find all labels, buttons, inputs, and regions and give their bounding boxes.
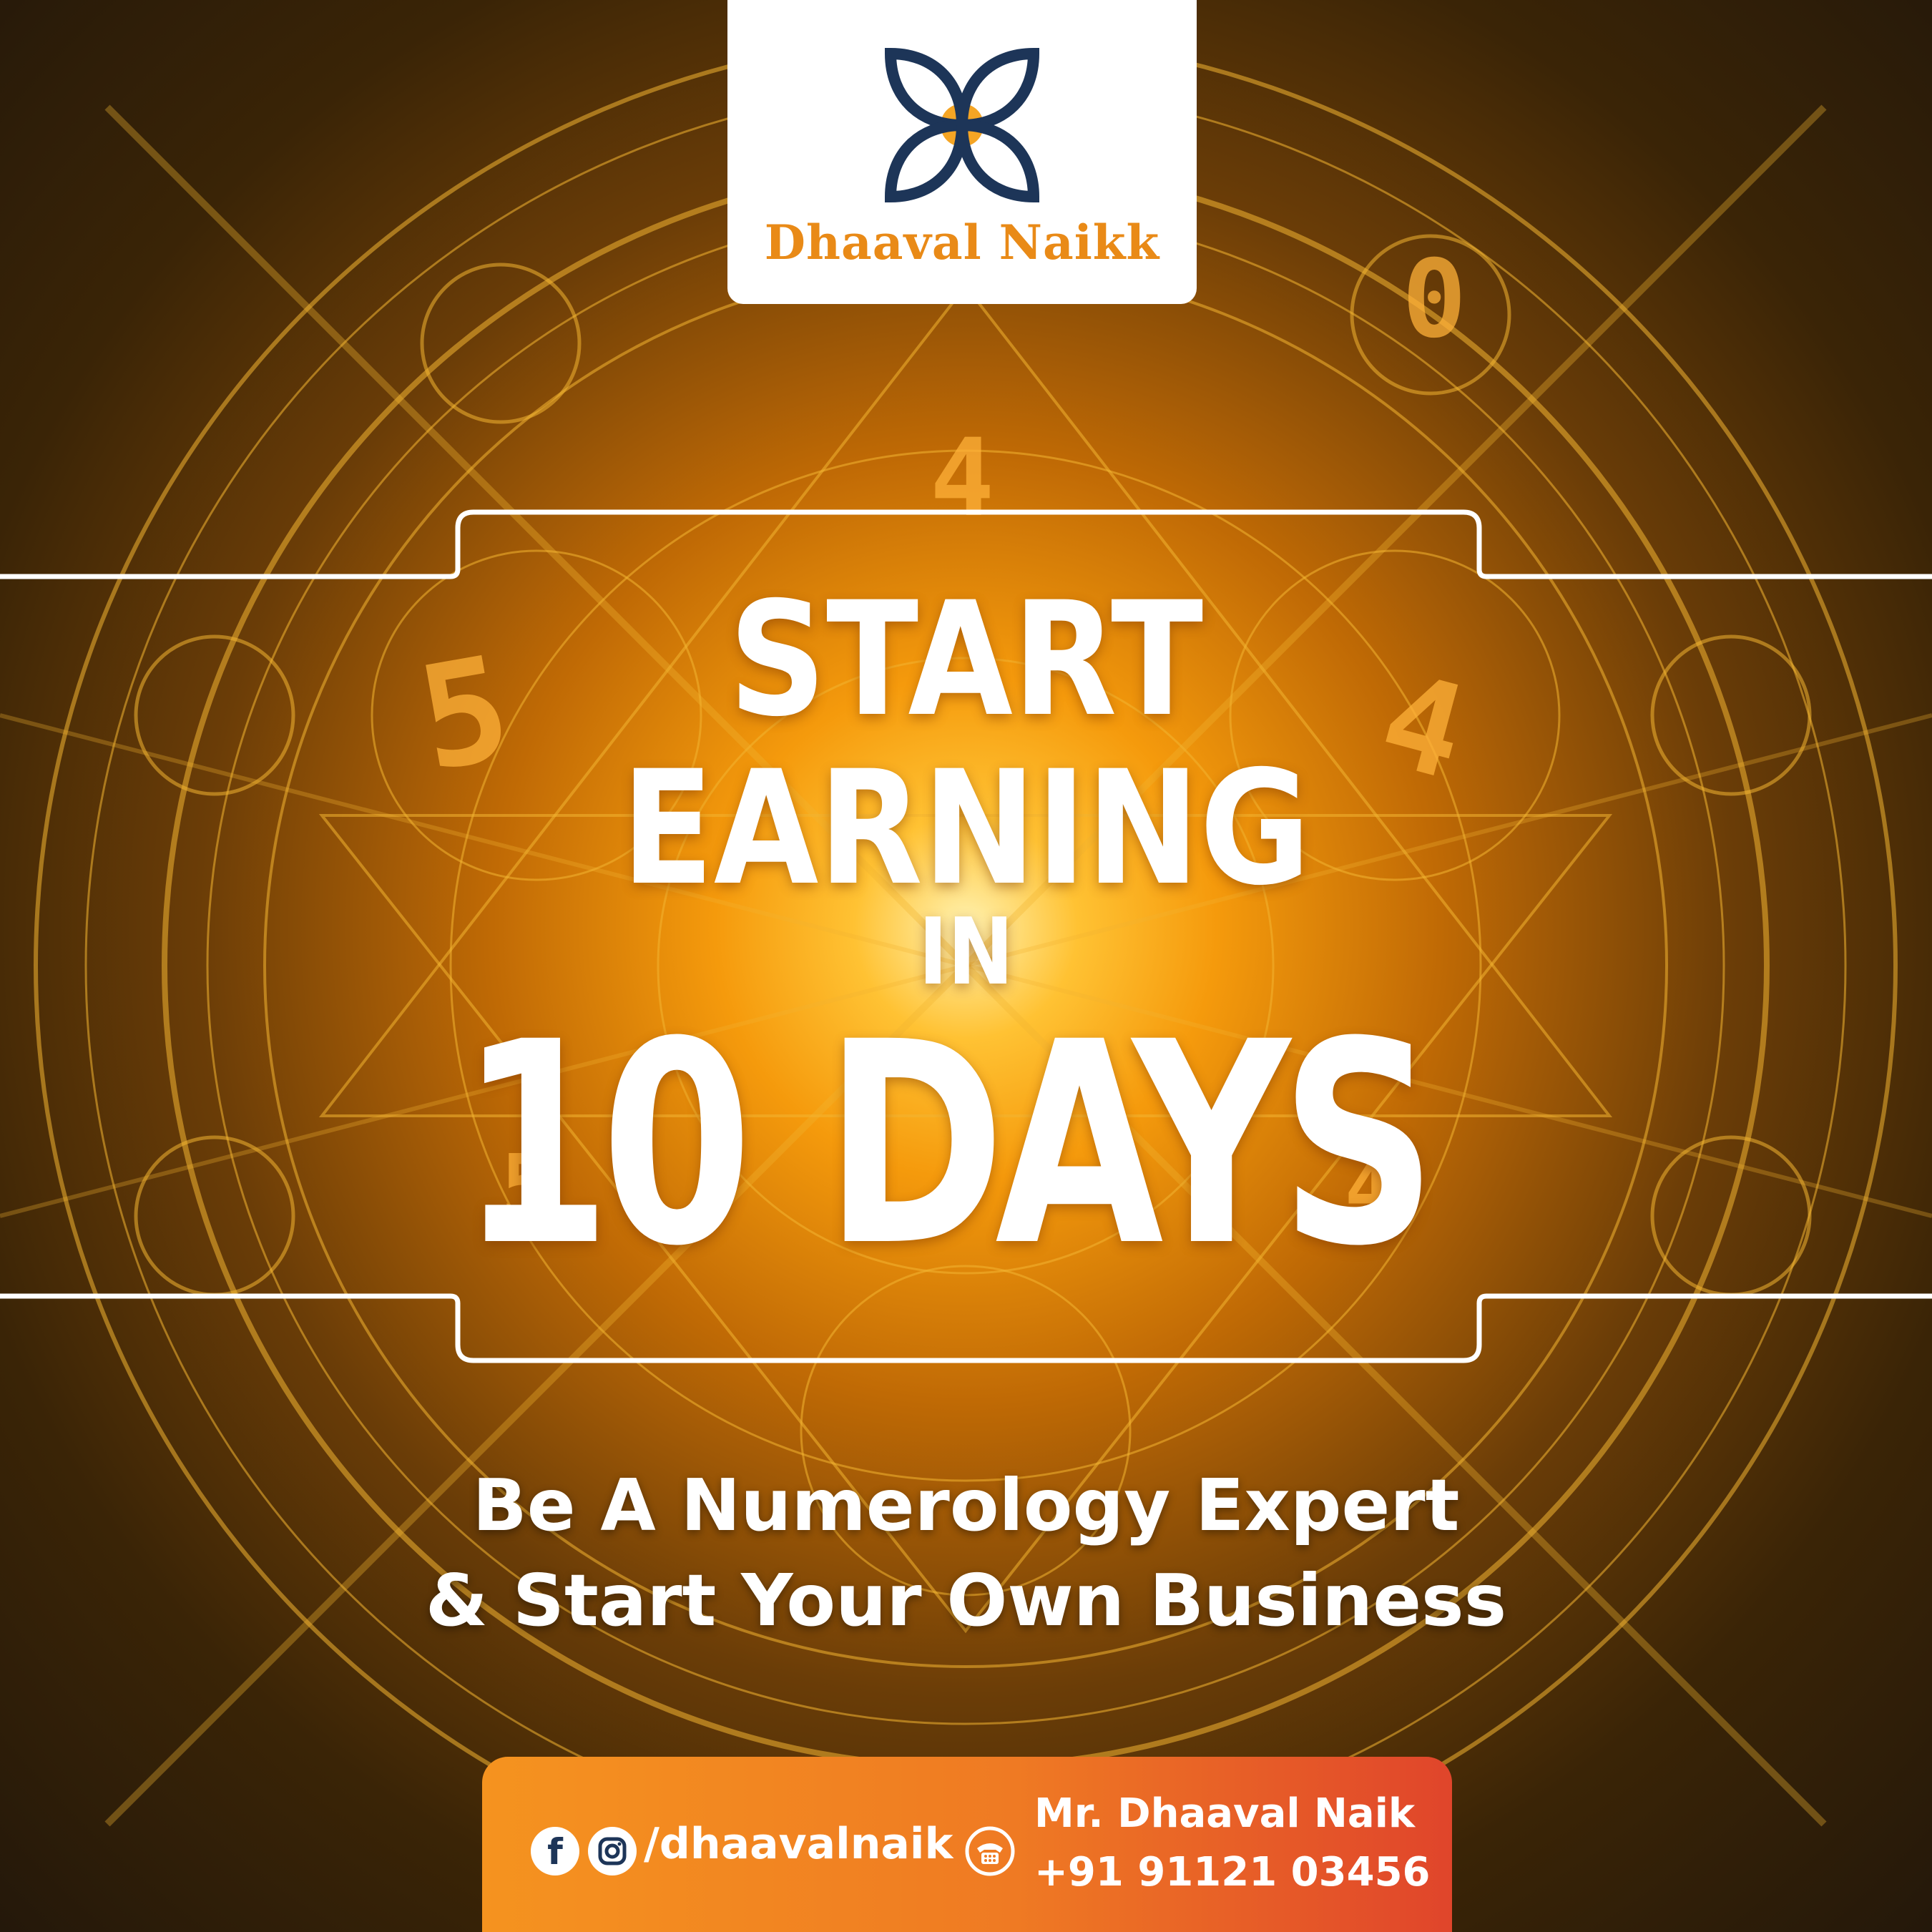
social-handle[interactable]: /dhaavalnaik xyxy=(644,1823,953,1865)
contact-name: Mr. Dhaaval Naik xyxy=(1034,1790,1416,1837)
instagram-icon[interactable] xyxy=(588,1827,637,1875)
headline-start: START xyxy=(728,568,1204,751)
subtitle-line-1: Be A Numerology Expert xyxy=(472,1463,1460,1547)
svg-text:0: 0 xyxy=(1402,237,1466,362)
facebook-icon[interactable]: f xyxy=(531,1827,579,1875)
telephone-icon xyxy=(965,1826,1015,1876)
days-word: DAYS xyxy=(824,982,1437,1307)
logo-card: Dhaaval Naikk xyxy=(727,0,1197,304)
subtitle-line-2: & Start Your Own Business xyxy=(425,1559,1507,1642)
brand-name: Dhaaval Naikk xyxy=(764,215,1160,270)
headline-days: 10 DAYS xyxy=(0,1005,1932,1284)
contact-phone[interactable]: +91 91121 03456 xyxy=(1034,1853,1431,1893)
poster: 5 4 0 4 5 4 Dhaaval Naikk START EARNING … xyxy=(0,0,1932,1932)
days-number: 10 xyxy=(460,982,752,1307)
headline-earning: EARNING xyxy=(621,737,1311,920)
contact-bar: f /dhaavalnaik Mr. Dhaaval Naik +91 9112… xyxy=(482,1757,1452,1932)
svg-text:4: 4 xyxy=(930,416,994,541)
four-petal-flower-icon xyxy=(884,47,1040,203)
